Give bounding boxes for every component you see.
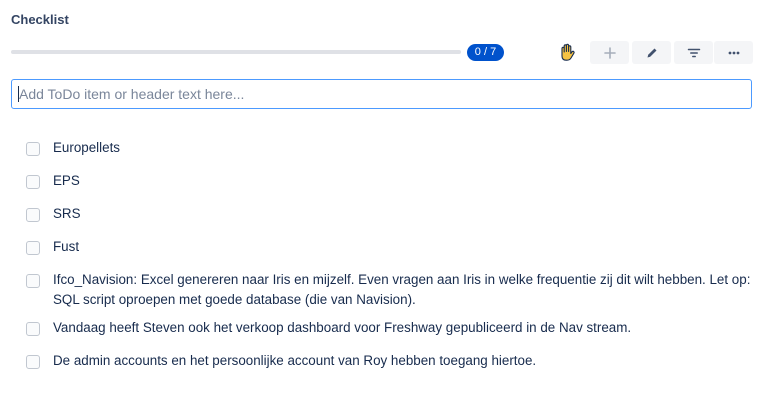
hand-icon[interactable] <box>556 41 578 63</box>
item-text[interactable]: Ifco_Navision: Excel genereren naar Iris… <box>53 270 753 310</box>
checklist-title: Checklist <box>11 12 69 27</box>
more-icon <box>728 51 739 54</box>
checklist-item: Europellets <box>26 140 753 158</box>
checklist-item: Fust <box>26 239 753 257</box>
item-text[interactable]: Vandaag heeft Steven ook het verkoop das… <box>53 318 753 338</box>
item-text[interactable]: EPS <box>53 171 753 191</box>
checklist-item: Ifco_Navision: Excel genereren naar Iris… <box>26 272 753 310</box>
edit-button[interactable] <box>632 41 671 64</box>
item-text[interactable]: SRS <box>53 204 753 224</box>
checklist-item: De admin accounts en het persoonlijke ac… <box>26 353 753 371</box>
item-checkbox[interactable] <box>26 241 40 255</box>
checklist-item: Vandaag heeft Steven ook het verkoop das… <box>26 320 753 338</box>
item-checkbox[interactable] <box>26 175 40 189</box>
checklist-item: SRS <box>26 206 753 224</box>
more-button[interactable] <box>714 41 753 64</box>
item-text[interactable]: De admin accounts en het persoonlijke ac… <box>53 351 753 371</box>
pencil-icon <box>647 48 656 57</box>
item-checkbox[interactable] <box>26 355 40 369</box>
filter-icon <box>687 48 700 57</box>
text-cursor <box>18 86 19 102</box>
progress-badge: 0 / 7 <box>467 44 504 61</box>
plus-icon <box>603 46 616 59</box>
filter-button[interactable] <box>674 41 713 64</box>
item-checkbox[interactable] <box>26 142 40 156</box>
item-text[interactable]: Europellets <box>53 138 753 158</box>
item-checkbox[interactable] <box>26 208 40 222</box>
add-item-input[interactable] <box>11 79 752 109</box>
item-checkbox[interactable] <box>26 322 40 336</box>
checklist-item: EPS <box>26 173 753 191</box>
item-checkbox[interactable] <box>26 274 40 288</box>
item-text[interactable]: Fust <box>53 237 753 257</box>
add-item-button[interactable] <box>590 41 629 64</box>
progress-bar <box>11 50 461 54</box>
